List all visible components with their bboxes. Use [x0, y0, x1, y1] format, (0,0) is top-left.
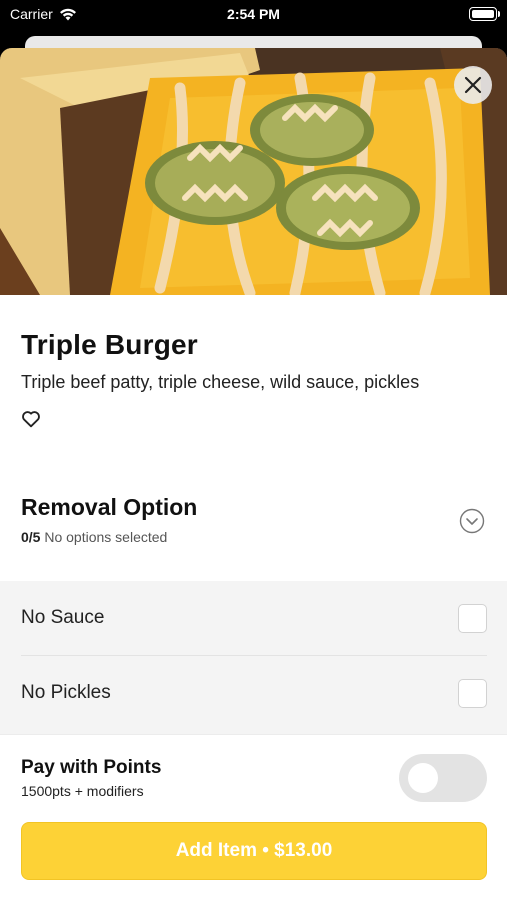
option-checkbox[interactable]	[458, 678, 487, 708]
removal-options-list: No Sauce No Pickles	[0, 581, 507, 736]
add-item-button[interactable]: Add Item • $13.00	[21, 822, 487, 880]
toggle-knob	[408, 763, 438, 793]
option-label: No Pickles	[21, 682, 111, 703]
battery-icon	[469, 7, 500, 21]
chevron-down-icon[interactable]	[459, 508, 485, 534]
item-description: Triple beef patty, triple cheese, wild s…	[21, 372, 420, 392]
option-label: No Sauce	[21, 607, 105, 628]
close-icon	[464, 76, 482, 94]
removal-option-status-text: No options selected	[44, 529, 168, 545]
item-detail-sheet: Triple Burger Triple beef patty, triple …	[0, 48, 507, 900]
removal-option-count: 0/5	[21, 529, 41, 545]
option-no-pickles[interactable]: No Pickles	[21, 656, 487, 730]
removal-option-status: 0/5 No options selected	[21, 529, 167, 545]
pay-with-points-subtitle: 1500pts + modifiers	[21, 783, 144, 799]
item-photo	[0, 48, 507, 295]
burger-image	[0, 48, 507, 295]
favorite-heart-icon[interactable]	[20, 408, 42, 430]
option-no-sauce[interactable]: No Sauce	[21, 581, 487, 655]
pay-with-points-toggle[interactable]	[399, 754, 487, 802]
pay-with-points-title: Pay with Points	[21, 757, 162, 778]
removal-option-title: Removal Option	[21, 494, 198, 520]
footer-bar: Pay with Points 1500pts + modifiers Add …	[0, 735, 507, 900]
close-button[interactable]	[454, 66, 492, 104]
option-checkbox[interactable]	[458, 603, 487, 633]
status-time: 2:54 PM	[227, 6, 280, 22]
status-bar: Carrier 2:54 PM	[0, 0, 507, 30]
item-title: Triple Burger	[21, 329, 198, 360]
